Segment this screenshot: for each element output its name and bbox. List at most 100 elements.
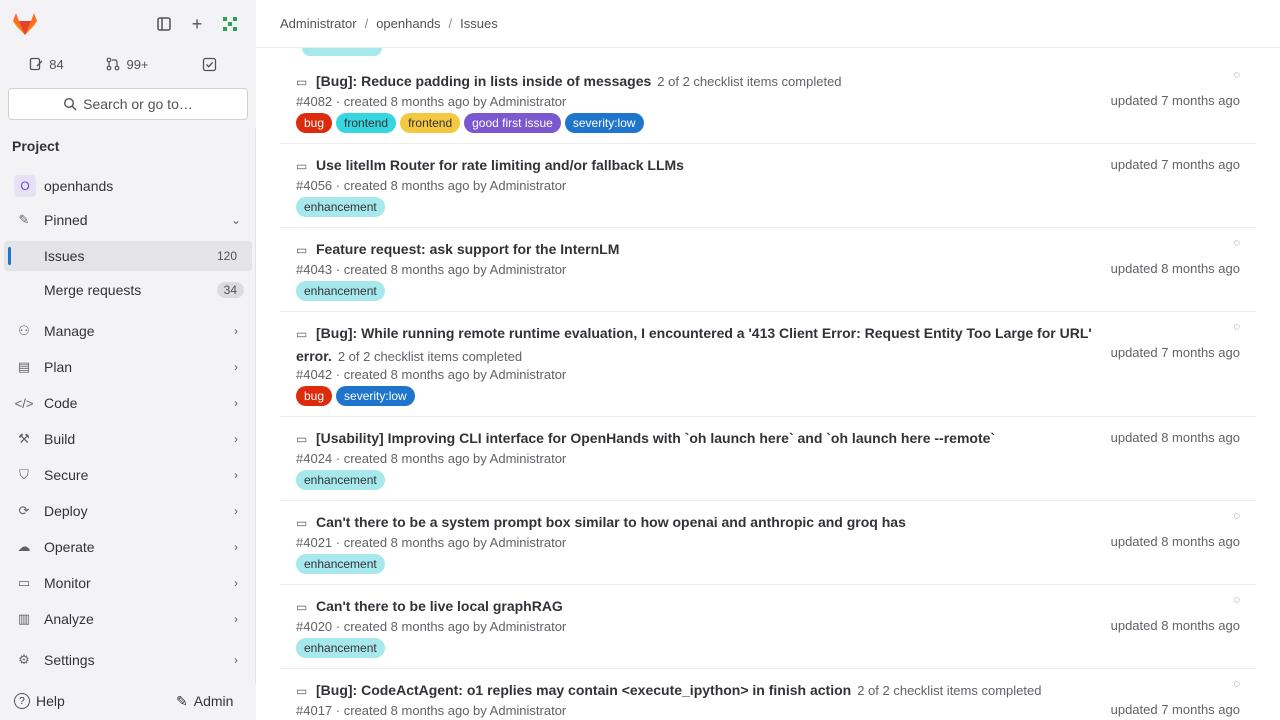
sidebar-item-label: Deploy [44, 503, 88, 519]
breadcrumb-separator: / [448, 16, 453, 31]
chevron-right-icon: › [234, 360, 238, 374]
assignee-avatar[interactable]: ◌ [1214, 320, 1240, 334]
issue-label-badge[interactable]: enhancement [296, 638, 385, 658]
issue-title-link[interactable]: [Bug]: Reduce padding in lists inside of… [316, 73, 651, 89]
issue-updated: updated 7 months ago [1110, 345, 1240, 360]
issue-label-badge[interactable]: bug [296, 113, 333, 133]
assignee-avatar[interactable]: ◌ [1214, 68, 1240, 82]
sidebar-item-manage[interactable]: ⚇ Manage › [4, 316, 252, 346]
issue-meta: #4082 · created 8 months ago by Administ… [296, 94, 567, 109]
sidebar-item-label: Settings [44, 652, 95, 668]
issue-row: ▭ [Bug]: CodeActAgent: o1 replies may con… [280, 669, 1256, 720]
todo-checkbox-icon [202, 57, 216, 71]
issue-title-link[interactable]: [Bug]: CodeActAgent: o1 replies may cont… [316, 682, 851, 698]
issue-updated: updated 7 months ago [1110, 157, 1240, 172]
help-button[interactable]: ? Help [14, 688, 65, 714]
issue-label-badge[interactable]: enhancement [296, 554, 385, 574]
pin-icon: ✎ [18, 212, 30, 227]
project-avatar: O [14, 175, 36, 197]
issue-row: ▭ [Bug]: Reduce padding in lists inside o… [280, 60, 1256, 144]
assignee-avatar[interactable]: ◌ [1214, 236, 1240, 250]
issue-label-badge[interactable]: frontend [336, 113, 397, 133]
issue-title-link[interactable]: Use litellm Router for rate limiting and… [316, 157, 684, 173]
sidebar-item-label: Build [44, 431, 76, 447]
sidebar-item-settings[interactable]: ⚙ Settings › [4, 645, 252, 675]
avatar-icon [223, 17, 237, 31]
issue-row: ▭ Can't there to be live local graphRAG #… [280, 585, 1256, 669]
issue-title-link[interactable]: Can't there to be live local graphRAG [316, 598, 563, 614]
sidebar-item-merge-requests[interactable]: Merge requests 34 [4, 275, 252, 305]
assignee-avatar[interactable]: ◌ [1214, 593, 1240, 607]
tanuki-icon [13, 13, 37, 35]
sidebar-item-secure[interactable]: ⛉ Secure › [4, 460, 252, 490]
create-new-button[interactable]: + [181, 8, 213, 40]
issue-row: ▭ Feature request: ask support for the In… [280, 228, 1256, 312]
sidebar-item-label: Analyze [44, 611, 94, 627]
sidebar-item-operate[interactable]: ☁ Operate › [4, 532, 252, 562]
users-icon: ⚇ [18, 323, 30, 338]
plus-icon: + [191, 13, 203, 34]
issue-label-badge[interactable]: severity:low [336, 386, 415, 406]
issue-label-badge[interactable]: good first issue [464, 113, 561, 133]
checklist-status: 2 of 2 checklist items completed [657, 74, 842, 89]
gitlab-logo[interactable] [8, 8, 42, 40]
issue-updated: updated 7 months ago [1110, 702, 1240, 717]
breadcrumb-item-issues[interactable]: Issues [460, 16, 498, 31]
issue-icon: ▭ [296, 600, 308, 614]
sidebar-item-label: Secure [44, 467, 89, 483]
admin-icon: ✎ [176, 692, 188, 709]
issue-label-badge[interactable]: enhancement [296, 197, 385, 217]
sidebar-item-deploy[interactable]: ⟳ Deploy › [4, 496, 252, 526]
sidebar-item-build[interactable]: ⚒ Build › [4, 424, 252, 454]
issue-label-badge[interactable]: bug [296, 386, 333, 406]
sidebar-item-analyze[interactable]: ▥ Analyze › [4, 604, 252, 634]
sidebar-item-label: Plan [44, 359, 73, 375]
breadcrumb-item-namespace[interactable]: Administrator [280, 16, 357, 31]
merge-requests-counter[interactable]: 99+ [88, 48, 167, 80]
sidebar-item-issues[interactable]: Issues 120 [4, 241, 252, 271]
user-avatar-button[interactable] [214, 8, 246, 40]
issue-updated: updated 7 months ago [1110, 93, 1240, 108]
sidebar-item-label: Issues [44, 248, 85, 264]
sidebar-item-label: Monitor [44, 575, 91, 591]
issue-icon: ▭ [296, 684, 308, 698]
sidebar-item-plan[interactable]: ▤ Plan › [4, 352, 252, 382]
assignee-avatar[interactable]: ◌ [1214, 677, 1240, 691]
issue-icon: ▭ [296, 159, 308, 173]
assigned-issues-counter[interactable]: 84 [8, 48, 85, 80]
issue-title-link[interactable]: Feature request: ask support for the Int… [316, 241, 619, 257]
search-button[interactable]: Search or go to… [8, 88, 248, 120]
issue-label-badge[interactable]: enhancement [296, 470, 385, 490]
sidebar-item-label: Manage [44, 323, 95, 339]
issue-labels: bug frontend frontend good first issue sever… [296, 113, 644, 133]
breadcrumb-separator: / [364, 16, 369, 31]
merge-requests-nav-count: 34 [216, 282, 244, 298]
issue-label-badge[interactable]: severity:low [564, 113, 644, 133]
planning-icon: ▤ [17, 359, 31, 374]
sidebar-item-project[interactable]: O openhands [4, 171, 252, 201]
issue-icon: ▭ [296, 243, 308, 257]
todos-counter[interactable] [170, 48, 248, 80]
search-label: Search or go to… [83, 96, 193, 112]
breadcrumb-item-project[interactable]: openhands [376, 16, 440, 31]
issue-row: ▭ [Usability] Improving CLI interface for… [280, 417, 1256, 501]
sidebar-item-pinned[interactable]: ✎ Pinned ⌄ [4, 205, 252, 235]
sidebar-item-monitor[interactable]: ▭ Monitor › [4, 568, 252, 598]
issue-label-badge[interactable]: frontend [400, 113, 461, 133]
issue-meta: #4017 · created 8 months ago by Administ… [296, 703, 567, 718]
chevron-right-icon: › [234, 540, 238, 554]
issue-title-link[interactable]: [Usability] Improving CLI interface for … [316, 430, 995, 446]
issue-icon: ▭ [296, 516, 308, 530]
issue-meta: #4056 · created 8 months ago by Administ… [296, 178, 567, 193]
shield-icon: ⛉ [19, 467, 29, 482]
issue-icon: ▭ [296, 75, 308, 89]
cloud-gear-icon: ☁ [17, 539, 31, 554]
issues-icon [30, 57, 43, 71]
issue-title-link[interactable]: Can't there to be a system prompt box si… [316, 514, 906, 530]
issue-label-badge[interactable]: enhancement [296, 281, 385, 301]
admin-area-button[interactable]: ✎ Admin [176, 688, 233, 714]
issue-row: ▭ [Bug]: While running remote runtime eva… [280, 312, 1256, 417]
toggle-sidebar-button[interactable] [148, 8, 180, 40]
assignee-avatar[interactable]: ◌ [1214, 509, 1240, 523]
sidebar-item-code[interactable]: </> Code › [4, 388, 252, 418]
